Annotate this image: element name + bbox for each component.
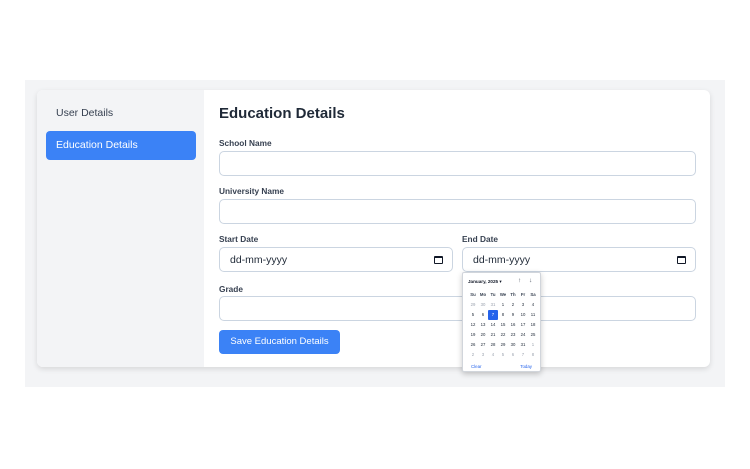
- arrow-down-icon[interactable]: ↓: [529, 277, 532, 284]
- calendar-day[interactable]: 31: [488, 300, 498, 310]
- start-date-input[interactable]: dd-mm-yyyy: [219, 247, 453, 272]
- arrow-up-icon[interactable]: ↑: [518, 277, 521, 284]
- calendar-day[interactable]: 28: [488, 340, 498, 350]
- weekday-header: Fr: [520, 292, 526, 297]
- settings-card: User Details Education Details Education…: [37, 90, 710, 367]
- calendar-day[interactable]: 3: [478, 350, 488, 360]
- calendar-day[interactable]: 26: [468, 340, 478, 350]
- calendar-day[interactable]: 29: [498, 340, 508, 350]
- calendar-day[interactable]: 22: [498, 330, 508, 340]
- calendar-day[interactable]: 31: [518, 340, 528, 350]
- university-name-input[interactable]: [219, 199, 696, 224]
- calendar-day[interactable]: 6: [478, 310, 488, 320]
- calendar-day[interactable]: 30: [478, 300, 488, 310]
- end-date-label: End Date: [462, 234, 498, 244]
- end-date-placeholder: dd-mm-yyyy: [473, 254, 531, 266]
- weekday-header: Sa: [530, 292, 536, 297]
- calendar-day[interactable]: 11: [528, 310, 538, 320]
- calendar-day[interactable]: 19: [468, 330, 478, 340]
- calendar-day[interactable]: 17: [518, 320, 528, 330]
- sidebar-item-user-details[interactable]: User Details: [46, 99, 196, 128]
- calendar-day[interactable]: 21: [488, 330, 498, 340]
- calendar-day[interactable]: 2: [508, 300, 518, 310]
- calendar-day[interactable]: 20: [478, 330, 488, 340]
- calendar-day[interactable]: 29: [468, 300, 478, 310]
- calendar-day[interactable]: 15: [498, 320, 508, 330]
- calendar-day[interactable]: 27: [478, 340, 488, 350]
- end-date-input[interactable]: dd-mm-yyyy: [462, 247, 696, 272]
- calendar-day[interactable]: 12: [468, 320, 478, 330]
- calendar-day-selected[interactable]: 7: [488, 310, 498, 320]
- calendar-day[interactable]: 2: [468, 350, 478, 360]
- calendar-day[interactable]: 7: [518, 350, 528, 360]
- grade-label: Grade: [219, 284, 243, 294]
- calendar-day[interactable]: 4: [488, 350, 498, 360]
- weekday-header: Su: [470, 292, 476, 297]
- today-button[interactable]: Today: [520, 364, 532, 369]
- calendar-day[interactable]: 10: [518, 310, 528, 320]
- weekday-header: We: [499, 292, 507, 297]
- start-date-label: Start Date: [219, 234, 259, 244]
- month-select[interactable]: January, 2025 ▾: [468, 279, 502, 285]
- school-name-label: School Name: [219, 138, 272, 148]
- school-name-input[interactable]: [219, 151, 696, 176]
- university-name-label: University Name: [219, 186, 285, 196]
- calendar-day[interactable]: 4: [528, 300, 538, 310]
- save-education-button[interactable]: Save Education Details: [219, 330, 340, 354]
- calendar-day[interactable]: 24: [518, 330, 528, 340]
- calendar-grid: Su Mo Tu We Th Fr Sa 29 30 31 1 2 3 4 5 6 7 8 9 10 11 12 13 14 1…: [468, 290, 538, 360]
- weekday-header: Mo: [479, 292, 487, 297]
- calendar-day[interactable]: 1: [498, 300, 508, 310]
- start-date-placeholder: dd-mm-yyyy: [230, 254, 288, 266]
- weekday-header: Th: [510, 292, 516, 297]
- sidebar: User Details Education Details: [37, 90, 204, 367]
- calendar-day[interactable]: 25: [528, 330, 538, 340]
- calendar-day[interactable]: 13: [478, 320, 488, 330]
- date-picker-popup: January, 2025 ▾ ↑ ↓ Su Mo Tu We Th Fr Sa 29 30 31…: [462, 272, 541, 372]
- calendar-day[interactable]: 8: [498, 310, 508, 320]
- calendar-day[interactable]: 9: [508, 310, 518, 320]
- page-title: Education Details: [219, 105, 345, 122]
- calendar-day[interactable]: 23: [508, 330, 518, 340]
- calendar-day[interactable]: 1: [528, 340, 538, 350]
- clear-button[interactable]: Clear: [471, 364, 482, 369]
- calendar-day[interactable]: 6: [508, 350, 518, 360]
- calendar-day[interactable]: 14: [488, 320, 498, 330]
- calendar-day[interactable]: 5: [498, 350, 508, 360]
- grade-input[interactable]: [219, 296, 696, 321]
- calendar-icon[interactable]: [434, 256, 443, 264]
- calendar-day[interactable]: 3: [518, 300, 528, 310]
- calendar-day[interactable]: 18: [528, 320, 538, 330]
- calendar-day[interactable]: 5: [468, 310, 478, 320]
- calendar-day[interactable]: 16: [508, 320, 518, 330]
- calendar-day[interactable]: 30: [508, 340, 518, 350]
- weekday-header: Tu: [490, 292, 496, 297]
- calendar-day[interactable]: 8: [528, 350, 538, 360]
- sidebar-item-education-details[interactable]: Education Details: [46, 131, 196, 160]
- calendar-icon[interactable]: [677, 256, 686, 264]
